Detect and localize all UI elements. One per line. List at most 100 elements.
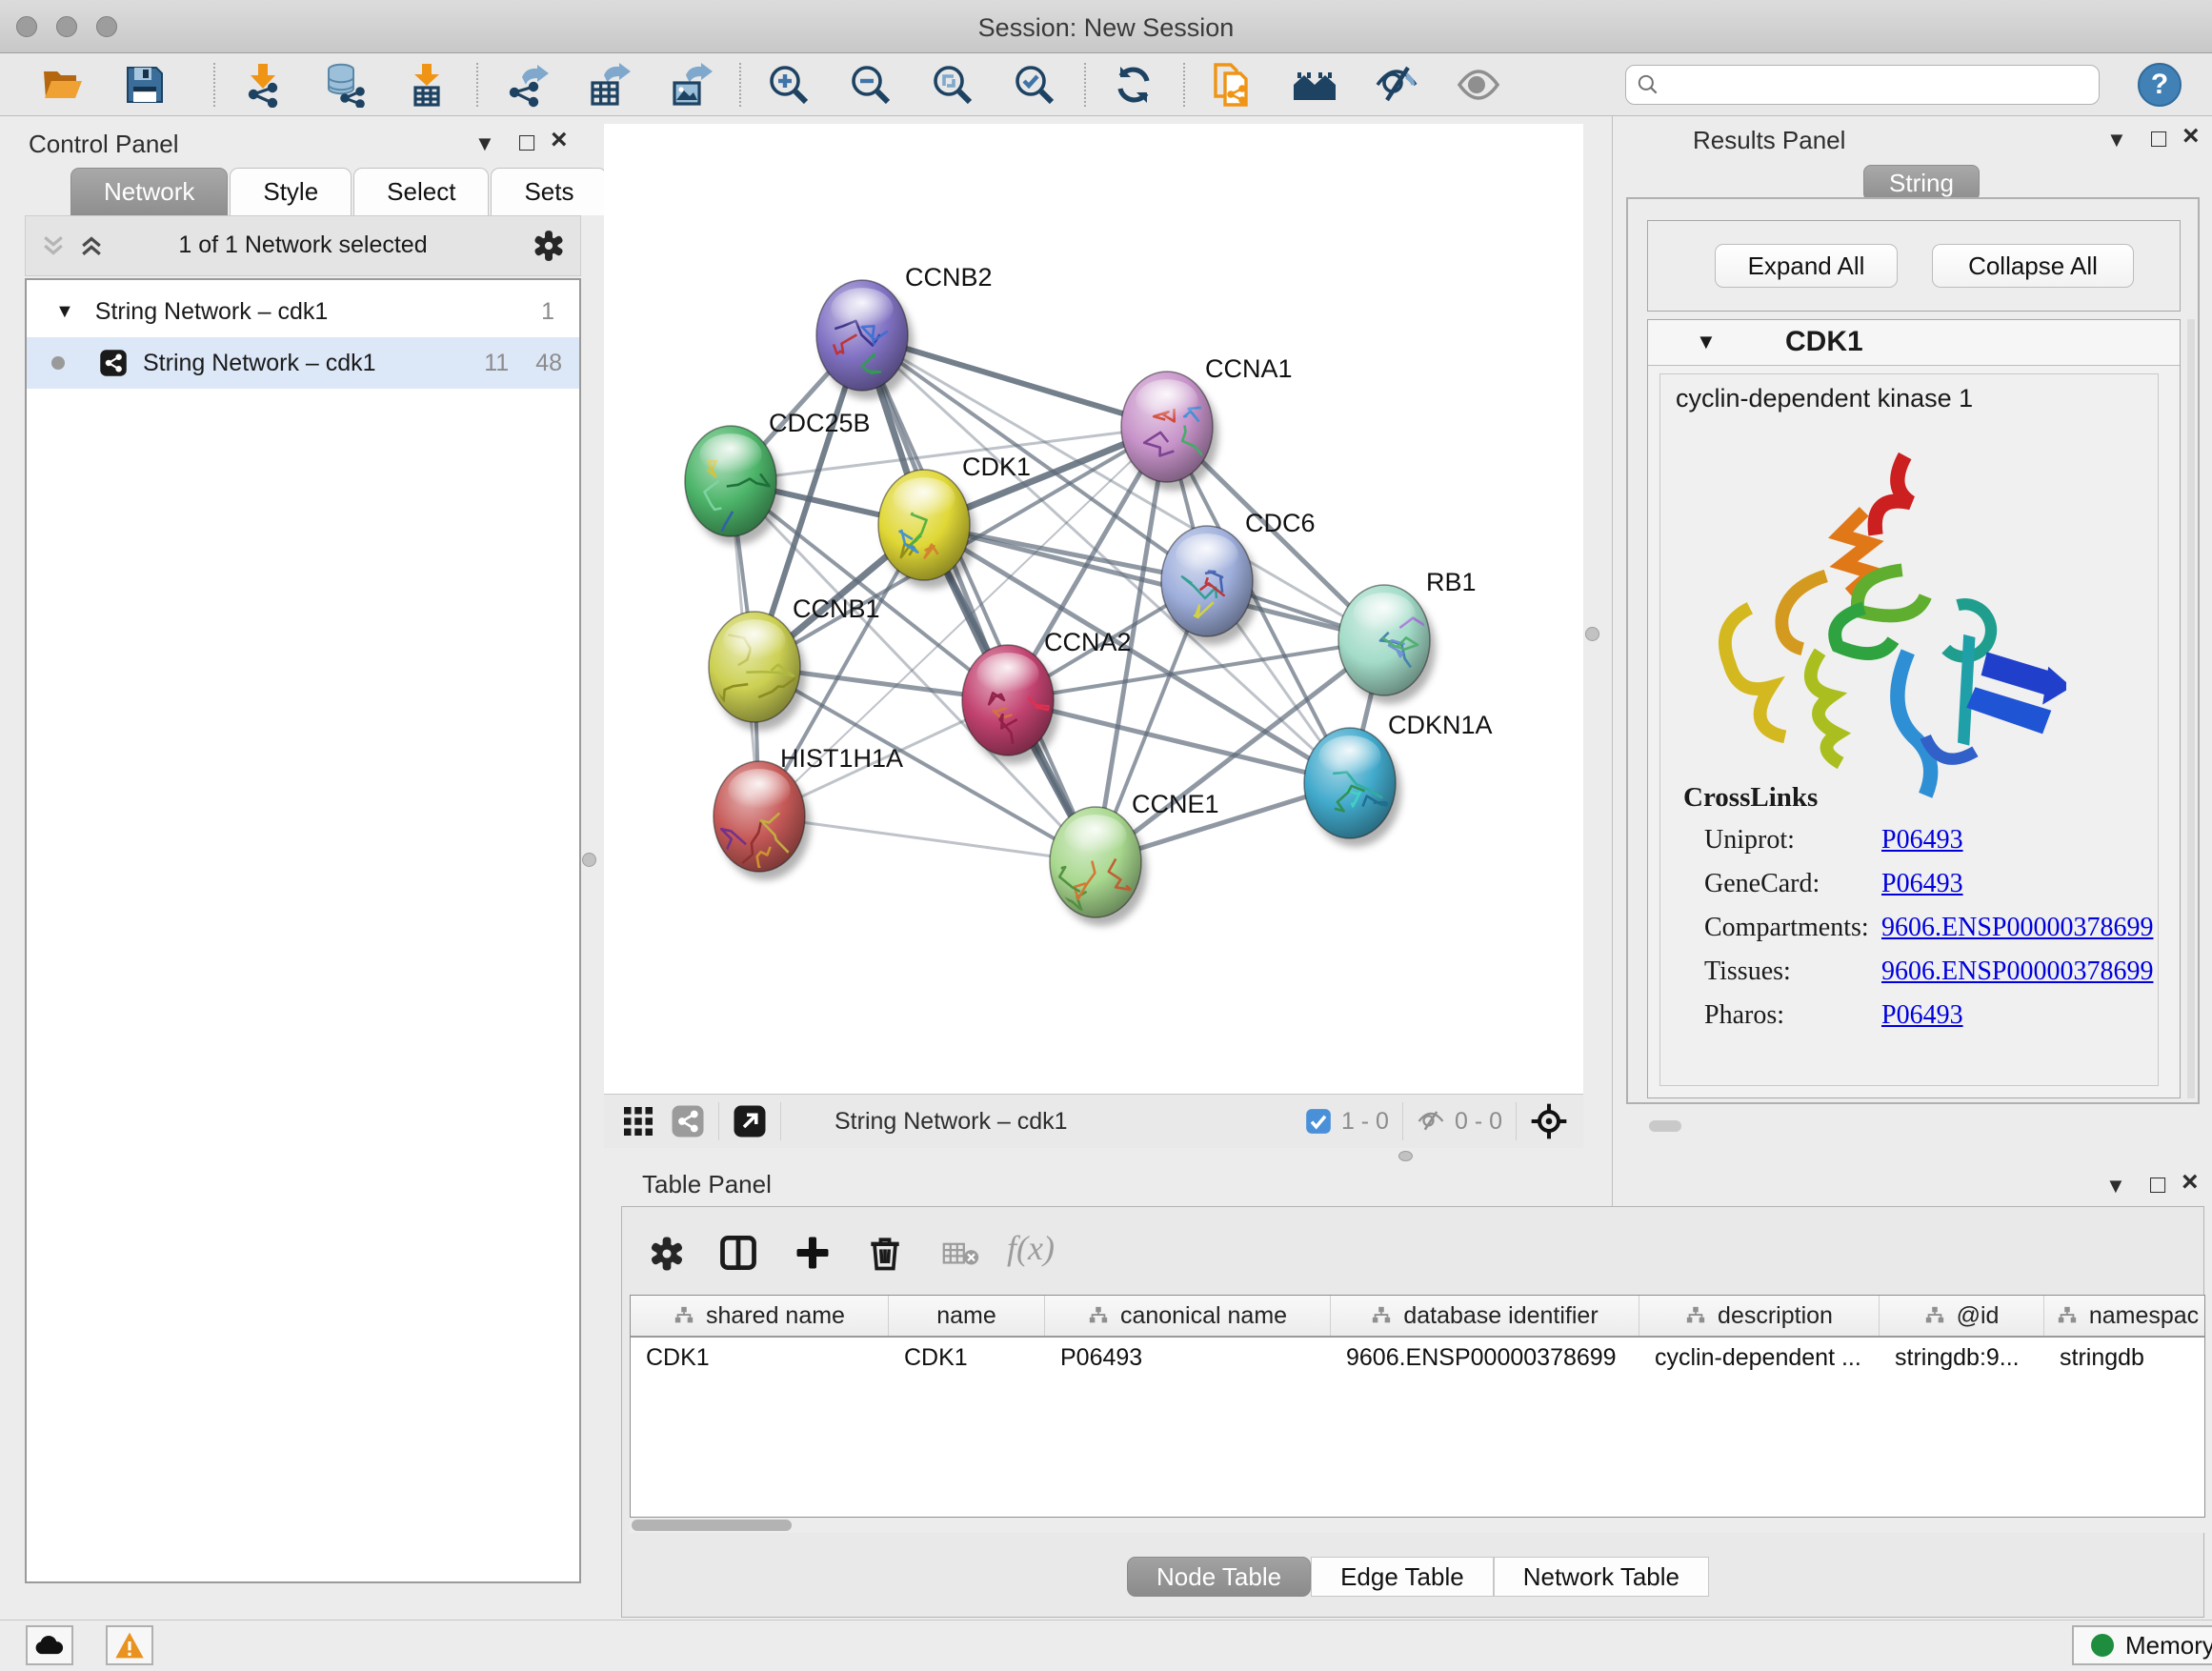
crosslink-link[interactable]: P06493 xyxy=(1881,1000,1963,1031)
fit-crosshair-icon[interactable] xyxy=(1530,1102,1568,1140)
table-options-gear-icon[interactable] xyxy=(647,1234,687,1274)
tab-edge-table[interactable]: Edge Table xyxy=(1311,1557,1494,1597)
export-table-icon[interactable] xyxy=(585,62,631,108)
network-node-CCNE1[interactable] xyxy=(1047,807,1142,917)
tab-node-table[interactable]: Node Table xyxy=(1127,1557,1311,1597)
import-network-database-icon[interactable] xyxy=(322,62,368,108)
network-canvas[interactable]: CCNB2CCNA1CDC25BCDK1CDC6RB1CCNB1CCNA2CDK… xyxy=(604,124,1583,1094)
float-panel-icon[interactable]: □ xyxy=(519,130,534,155)
collapse-panel-icon[interactable]: ▼ xyxy=(2105,1176,2126,1197)
column-header-name[interactable]: name xyxy=(889,1296,1045,1336)
right-splitter-grip[interactable] xyxy=(1585,627,1599,641)
show-all-icon[interactable] xyxy=(1456,62,1501,108)
float-panel-icon[interactable]: □ xyxy=(2151,126,2166,151)
tab-sets[interactable]: Sets xyxy=(491,168,607,215)
clone-network-icon[interactable] xyxy=(1210,62,1256,108)
cloud-button[interactable] xyxy=(26,1625,73,1665)
zoom-fit-icon[interactable] xyxy=(930,62,975,108)
section-expander-icon[interactable]: ▼ xyxy=(1696,330,1717,354)
network-node-HIST1H1A[interactable] xyxy=(714,761,805,872)
column-header-namespac[interactable]: namespac xyxy=(2044,1296,2205,1336)
network-node-CCNA2[interactable] xyxy=(962,645,1054,755)
edge-CCNB2-CCNE1[interactable] xyxy=(862,335,1096,862)
column-header-database-identifier[interactable]: database identifier xyxy=(1331,1296,1639,1336)
crosslink-link[interactable]: P06493 xyxy=(1881,825,1963,856)
refresh-icon[interactable] xyxy=(1111,62,1156,108)
delete-table-icon[interactable] xyxy=(942,1241,980,1268)
table-horizontal-scrollbar[interactable] xyxy=(630,1518,2205,1533)
zoom-out-icon[interactable] xyxy=(848,62,894,108)
network-node-CDC6[interactable] xyxy=(1161,526,1253,636)
collapse-panel-icon[interactable]: ▼ xyxy=(2106,130,2127,151)
birdseye-grid-icon[interactable] xyxy=(621,1104,655,1138)
table-cell[interactable]: stringdb xyxy=(2044,1338,2205,1379)
network-node-CCNA1[interactable] xyxy=(1121,372,1213,482)
show-columns-icon[interactable] xyxy=(717,1232,759,1274)
export-network-icon[interactable] xyxy=(503,62,549,108)
tab-style[interactable]: Style xyxy=(230,168,352,215)
network-options-gear-icon[interactable] xyxy=(531,228,567,264)
expand-all-button[interactable]: Expand All xyxy=(1715,244,1898,288)
tab-select[interactable]: Select xyxy=(353,168,489,215)
save-session-icon[interactable] xyxy=(122,62,168,108)
close-panel-icon[interactable]: × xyxy=(2182,122,2200,151)
tab-string[interactable]: String xyxy=(1863,165,1980,201)
table-cell[interactable]: CDK1 xyxy=(889,1338,1045,1379)
column-header-canonical-name[interactable]: canonical name xyxy=(1045,1296,1331,1336)
gene-section-header[interactable]: ▼ CDK1 xyxy=(1648,320,2180,366)
network-node-CDK1[interactable] xyxy=(878,470,970,580)
warnings-button[interactable] xyxy=(106,1625,153,1665)
column-header-shared-name[interactable]: shared name xyxy=(631,1296,889,1336)
column-header-description[interactable]: description xyxy=(1639,1296,1880,1336)
column-header-label: name xyxy=(936,1302,996,1330)
close-panel-icon[interactable]: × xyxy=(2182,1168,2199,1197)
tree-expander-icon[interactable]: ▼ xyxy=(55,301,74,323)
left-splitter-grip[interactable] xyxy=(582,853,596,867)
tab-network[interactable]: Network xyxy=(70,168,228,215)
export-image-icon[interactable] xyxy=(667,62,713,108)
open-in-window-icon[interactable] xyxy=(733,1104,767,1138)
delete-column-icon[interactable] xyxy=(864,1232,906,1274)
float-panel-icon[interactable]: □ xyxy=(2150,1172,2165,1198)
collapse-all-button[interactable]: Collapse All xyxy=(1932,244,2134,288)
string-network-graph[interactable]: CCNB2CCNA1CDC25BCDK1CDC6RB1CCNB1CCNA2CDK… xyxy=(604,124,1583,1094)
network-node-CCNB2[interactable] xyxy=(816,280,908,391)
bottom-splitter-grip[interactable] xyxy=(1398,1151,1413,1161)
crosslink-link[interactable]: P06493 xyxy=(1881,869,1963,899)
separator xyxy=(780,1102,781,1140)
function-builder-icon[interactable]: f(x) xyxy=(1007,1228,1055,1268)
results-horizontal-scrollbar[interactable] xyxy=(1649,1120,1681,1132)
crosslink-link[interactable]: 9606.ENSP00000378699 xyxy=(1881,913,2153,943)
crosslink-link[interactable]: 9606.ENSP00000378699 xyxy=(1881,956,2153,987)
table-cell[interactable]: P06493 xyxy=(1045,1338,1331,1379)
create-column-icon[interactable] xyxy=(792,1232,834,1274)
tab-network-table[interactable]: Network Table xyxy=(1494,1557,1709,1597)
table-cell[interactable]: 9606.ENSP00000378699 xyxy=(1331,1338,1639,1379)
selected-checkbox-icon[interactable] xyxy=(1305,1108,1332,1135)
help-button[interactable]: ? xyxy=(2138,63,2182,107)
network-node-CDKN1A[interactable] xyxy=(1304,728,1396,838)
hide-selected-icon[interactable] xyxy=(1374,62,1419,108)
first-neighbors-icon[interactable] xyxy=(1292,62,1337,108)
table-row[interactable]: CDK1CDK1P064939606.ENSP00000378699cyclin… xyxy=(631,1338,2204,1379)
import-network-file-icon[interactable] xyxy=(240,62,286,108)
scrollbar-thumb[interactable] xyxy=(632,1520,792,1531)
open-file-icon[interactable] xyxy=(40,62,86,108)
search-input[interactable] xyxy=(1625,65,2100,105)
memory-button[interactable]: Memory xyxy=(2072,1625,2212,1665)
import-table-file-icon[interactable] xyxy=(404,62,450,108)
close-panel-icon[interactable]: × xyxy=(551,126,568,154)
table-cell[interactable]: stringdb:9... xyxy=(1880,1338,2044,1379)
string-view-icon[interactable] xyxy=(671,1104,705,1138)
table-cell[interactable]: cyclin-dependent ... xyxy=(1639,1338,1880,1379)
table-cell[interactable]: CDK1 xyxy=(631,1338,889,1379)
collapse-panel-icon[interactable]: ▼ xyxy=(474,133,495,154)
network-collection-row[interactable]: ▼ String Network – cdk1 1 xyxy=(27,286,579,337)
column-header--id[interactable]: @id xyxy=(1880,1296,2044,1336)
network-node-CDC25B[interactable] xyxy=(685,426,776,566)
results-vertical-scrollbar[interactable] xyxy=(2187,319,2195,1098)
zoom-selected-icon[interactable] xyxy=(1012,62,1057,108)
network-collection-label: String Network – cdk1 xyxy=(95,298,329,326)
zoom-in-icon[interactable] xyxy=(766,62,812,108)
network-row-selected[interactable]: String Network – cdk1 11 48 xyxy=(27,337,579,389)
